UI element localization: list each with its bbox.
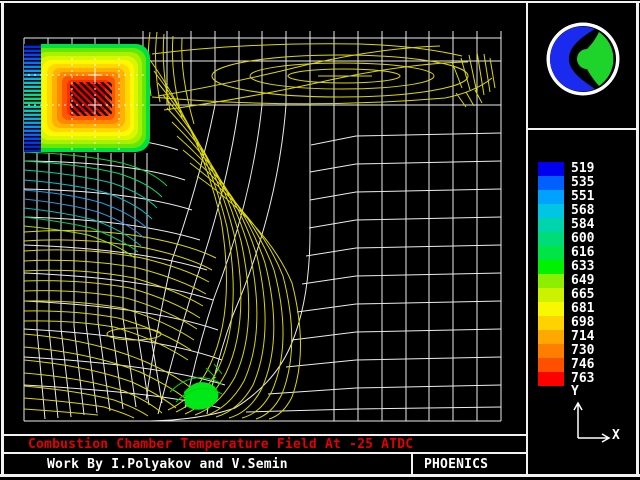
legend-value: 714: [571, 330, 594, 344]
contour-lines-cool: [24, 152, 167, 258]
legend-swatch: [538, 344, 564, 358]
legend-swatch: [538, 190, 564, 204]
legend-value: 551: [571, 190, 594, 204]
x-axis-arrow-icon: [578, 434, 609, 442]
legend-entry: 633: [538, 260, 594, 274]
legend-value: 665: [571, 288, 594, 302]
border-bottom: [0, 474, 640, 477]
legend-entry: 600: [538, 232, 594, 246]
axis-orientation-glyph: Y X: [558, 386, 638, 448]
legend-value: 681: [571, 302, 594, 316]
border-left: [1, 1, 4, 477]
legend-swatch: [538, 176, 564, 190]
plot-title: Combustion Chamber Temperature Field At …: [28, 437, 413, 452]
phoenics-logo-icon: [544, 20, 622, 98]
legend-entry: 665: [538, 288, 594, 302]
legend-entry: 730: [538, 344, 594, 358]
legend-swatch: [538, 232, 564, 246]
brand-box-divider: [411, 452, 413, 476]
legend-value: 698: [571, 316, 594, 330]
legend-swatch: [538, 162, 564, 176]
legend-entry: 568: [538, 204, 594, 218]
green-pocket: [170, 364, 222, 410]
phoenics-screen: Combustion Chamber Temperature Field At …: [0, 0, 640, 480]
legend-swatch: [538, 288, 564, 302]
axis-arrows-icon: [558, 386, 638, 448]
x-axis-label: X: [612, 428, 620, 443]
sidebar-divider: [526, 1, 528, 476]
legend-swatch: [538, 330, 564, 344]
legend-entry: 535: [538, 176, 594, 190]
legend-value: 600: [571, 232, 594, 246]
contour-plot: [0, 0, 528, 436]
legend-swatch: [538, 218, 564, 232]
hot-spot: [24, 44, 150, 152]
legend-entry: 616: [538, 246, 594, 260]
legend-value: 649: [571, 274, 594, 288]
legend-entry: 519: [538, 162, 594, 176]
legend-entry: 649: [538, 274, 594, 288]
legend-value: 584: [571, 218, 594, 232]
legend-entry: 698: [538, 316, 594, 330]
legend-swatch: [538, 358, 564, 372]
legend-value: 568: [571, 204, 594, 218]
legend-entry: 551: [538, 190, 594, 204]
sidebar-logo-divider: [526, 128, 638, 130]
legend-swatch: [538, 260, 564, 274]
legend-swatch: [538, 372, 564, 386]
legend-swatch: [538, 302, 564, 316]
legend-bar: 5195355515685846006166336496656816987147…: [538, 162, 594, 386]
legend-value: 746: [571, 358, 594, 372]
legend-swatch: [538, 316, 564, 330]
legend-entry: 681: [538, 302, 594, 316]
legend-entry: 584: [538, 218, 594, 232]
brand-label: PHOENICS: [424, 457, 488, 472]
legend-swatch: [538, 246, 564, 260]
titlebar-top-divider: [1, 434, 528, 436]
legend-entry: 714: [538, 330, 594, 344]
legend-entry: 746: [538, 358, 594, 372]
legend-swatch: [538, 204, 564, 218]
titlebar-mid-divider: [1, 452, 528, 454]
legend-value: 730: [571, 344, 594, 358]
y-axis-label: Y: [571, 384, 579, 399]
legend-value: 519: [571, 162, 594, 176]
hot-core-hatch: [70, 82, 112, 116]
legend-value: 616: [571, 246, 594, 260]
border-top: [0, 1, 640, 3]
legend-swatch: [538, 274, 564, 288]
y-axis-arrow-icon: [574, 403, 582, 438]
legend-value: 633: [571, 260, 594, 274]
legend-entry: 763: [538, 372, 594, 386]
legend-value: 535: [571, 176, 594, 190]
credit-text: Work By I.Polyakov and V.Semin: [47, 457, 288, 472]
